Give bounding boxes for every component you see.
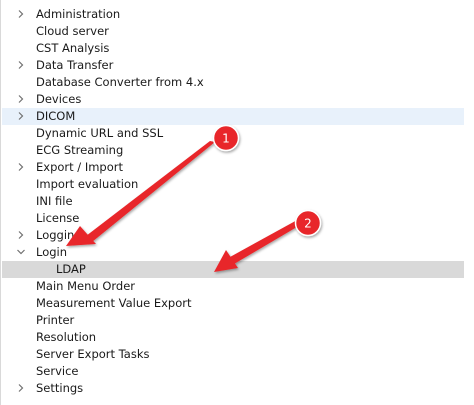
chevron-right-icon[interactable] [16,93,26,105]
tree-item-label: Main Menu Order [36,279,136,293]
tree-item-ecg-streaming[interactable]: ECG Streaming [2,142,464,159]
chevron-right-icon[interactable] [16,8,26,20]
tree-item-label: Database Converter from 4.x [36,75,204,89]
tree-item-administration[interactable]: Administration [2,6,464,23]
tree-item-cloud-server[interactable]: Cloud server [2,23,464,40]
tree-item-dynamic-url-and-ssl[interactable]: Dynamic URL and SSL [2,125,464,142]
tree-item-data-transfer[interactable]: Data Transfer [2,57,464,74]
settings-tree: Administration Cloud server CST Analysis Da… [0,0,474,405]
tree-item-label: Devices [36,92,82,106]
tree-item-label: Settings [36,381,84,395]
chevron-right-icon[interactable] [16,382,26,394]
tree-item-label: Export / Import [36,160,123,174]
tree-item-label: Import evaluation [36,177,139,191]
tree-item-label: Printer [36,313,75,327]
tree-item-database-converter-from-4-x[interactable]: Database Converter from 4.x [2,74,464,91]
tree-item-label: Measurement Value Export [36,296,192,310]
tree-item-ini-file[interactable]: INI file [2,193,464,210]
tree-item-resolution[interactable]: Resolution [2,329,464,346]
chevron-right-icon[interactable] [16,229,26,241]
tree-item-label: DICOM [36,109,76,123]
tree-item-label: License [36,211,80,225]
tree-item-service[interactable]: Service [2,363,464,380]
tree-item-devices[interactable]: Devices [2,91,464,108]
chevron-down-icon[interactable] [16,246,26,258]
tree-item-printer[interactable]: Printer [2,312,464,329]
tree-item-server-export-tasks[interactable]: Server Export Tasks [2,346,464,363]
tree-item-label: Service [36,364,79,378]
tree-item-cst-analysis[interactable]: CST Analysis [2,40,464,57]
tree-item-label: INI file [36,194,73,208]
tree-item-measurement-value-export[interactable]: Measurement Value Export [2,295,464,312]
tree-item-label: Dynamic URL and SSL [36,126,164,140]
tree-item-label: Logging [36,228,82,242]
chevron-right-icon[interactable] [16,59,26,71]
tree-item-dicom[interactable]: DICOM [2,108,464,125]
tree-item-settings[interactable]: Settings [2,380,464,397]
tree-item-label: CST Analysis [36,41,110,55]
tree-item-export-import[interactable]: Export / Import [2,159,464,176]
tree-item-login[interactable]: Login [2,244,464,261]
tree-item-label: Resolution [36,330,97,344]
tree-item-label: LDAP [56,262,86,276]
tree-item-main-menu-order[interactable]: Main Menu Order [2,278,464,295]
tree-item-ldap[interactable]: LDAP [2,261,464,278]
tree-item-logging[interactable]: Logging [2,227,464,244]
tree-item-label: Data Transfer [36,58,114,72]
tree-item-label: Login [36,245,68,259]
chevron-right-icon[interactable] [16,161,26,173]
chevron-right-icon[interactable] [16,110,26,122]
tree-item-label: Cloud server [36,24,109,38]
tree-item-import-evaluation[interactable]: Import evaluation [2,176,464,193]
tree-item-label: Server Export Tasks [36,347,150,361]
tree-item-license[interactable]: License [2,210,464,227]
tree-item-label: ECG Streaming [36,143,124,157]
tree-item-label: Administration [36,7,121,21]
